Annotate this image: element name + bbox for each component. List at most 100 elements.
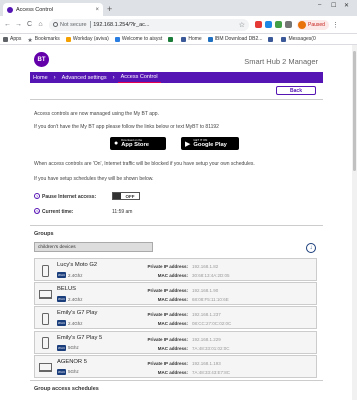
list-item[interactable]: Lucy's Moto G2 Wi-Fi 2.4Ghz Private IP a… [34, 258, 317, 281]
group-select[interactable]: children's devices [34, 242, 153, 252]
bookmark-icon-only[interactable] [168, 36, 175, 42]
close-window-icon[interactable]: ✕ [344, 2, 349, 9]
wifi-icon: Wi-Fi [57, 344, 66, 351]
mac-label: MAC address: [157, 345, 188, 351]
mac-label: MAC address: [157, 297, 188, 303]
maximize-icon[interactable]: ☐ [331, 2, 336, 9]
bookmark-aisyst[interactable]: Welcome to aisyst [114, 36, 163, 42]
bookmark-label: IBM Download DB2... [214, 36, 263, 42]
device-name: Lucy's Moto G2 [57, 262, 98, 268]
toggle-state: OFF [125, 193, 135, 199]
device-band: Wi-Fi 2.4Ghz [57, 296, 83, 303]
bookmark-label: Home [188, 36, 202, 42]
intro-text: If you don't have the My BT app please f… [34, 124, 219, 130]
browser-menu-icon[interactable]: ⋮ [332, 21, 339, 29]
browser-titlebar: Access Control × + – ☐ ✕ [0, 0, 357, 16]
store-big-text: App Store [121, 142, 149, 149]
scrollbar-thumb[interactable] [353, 51, 356, 171]
pause-internet-toggle[interactable]: OFF [112, 192, 140, 200]
extension-icon[interactable] [275, 21, 282, 28]
nav-advanced-settings[interactable]: Advanced settings [59, 72, 110, 83]
mac-value: 7A:48:33:43:E7:8C [192, 369, 231, 375]
chevron-right-icon: › [53, 74, 56, 81]
wifi-icon: Wi-Fi [57, 296, 66, 303]
bookmark-label: Messages(0 [288, 36, 316, 42]
laptop-icon [38, 360, 53, 375]
toggle-knob [113, 193, 121, 199]
star-icon: ★ [27, 37, 33, 44]
mac-label: MAC address: [157, 321, 188, 327]
url-text[interactable]: 192.168.1.254/?lr_ac... [93, 22, 239, 28]
ip-value: 192.168.1.237 [192, 312, 221, 318]
arrow-down-circle-icon[interactable]: ↓ [306, 243, 316, 253]
google-play-button[interactable]: ▶ GET IT ON Google Play [181, 137, 239, 150]
bookmark-facebook[interactable] [268, 36, 275, 42]
bookmark-apps[interactable]: Apps [3, 36, 21, 42]
tab-title: Access Control [16, 6, 53, 13]
profile-button[interactable]: Paused [297, 19, 329, 30]
apps-grid-icon [3, 36, 8, 42]
list-item[interactable]: AGENOR 5 Wi-Fi 5Ghz Private IP address: … [34, 354, 317, 378]
back-arrow-icon[interactable]: ← [3, 21, 12, 28]
play-icon: ▶ [185, 140, 191, 148]
phone-icon [38, 263, 53, 278]
browser-tab[interactable]: Access Control × [3, 3, 103, 16]
device-name: Emily's G7 Play 5 [57, 334, 103, 341]
bookmark-label: Workday (aviva) [72, 36, 109, 42]
nav-access-control[interactable]: Access Control [117, 72, 161, 83]
bookmark-workday[interactable]: Workday (aviva) [65, 36, 109, 42]
band-text: 2.4Ghz [68, 296, 83, 302]
list-item[interactable]: Emily's G7 Play Wi-Fi 2.4Ghz Private IP … [34, 306, 317, 330]
bookmark-star-icon[interactable]: ☆ [239, 21, 245, 29]
help-icon[interactable]: ? [34, 193, 40, 199]
bookmark-label: Apps [10, 36, 22, 42]
home-icon[interactable]: ⌂ [36, 21, 45, 28]
breadcrumb: Home › Advanced settings › Access Contro… [30, 72, 323, 83]
extension-icon[interactable] [265, 21, 272, 28]
back-button[interactable]: Back [276, 86, 316, 95]
tab-close-icon[interactable]: × [95, 7, 99, 13]
address-bar[interactable]: Not secure 192.168.1.254/?lr_ac... ☆ [49, 18, 249, 31]
list-item[interactable]: Emily's G7 Play 5 Wi-Fi 5Ghz Private IP … [34, 330, 317, 354]
bookmark-ibm[interactable]: IBM Download DB2... [207, 36, 263, 42]
current-time-value: 11:59 am [112, 209, 133, 215]
not-secure-label: Not secure [60, 21, 87, 28]
device-band: Wi-Fi 2.4Ghz [57, 272, 83, 278]
mac-value: 30:68:13:4A:2D:05 [192, 273, 230, 278]
bookmark-messages[interactable]: Messages(0 [281, 36, 316, 42]
bookmark-folder[interactable]: ★ Bookmarks [27, 36, 59, 44]
extension-icon[interactable] [255, 21, 262, 28]
new-tab-button[interactable]: + [107, 4, 112, 14]
apple-icon: ● [114, 140, 119, 147]
page-scrollbar[interactable] [352, 45, 357, 400]
reload-icon[interactable]: C [25, 21, 34, 28]
bookmarks-bar: Apps ★ Bookmarks Workday (aviva) Welcome… [0, 34, 357, 45]
store-big-text: Google Play [193, 142, 227, 149]
workday-icon [65, 36, 71, 42]
extension-icon[interactable] [285, 21, 292, 28]
laptop-icon [38, 287, 53, 302]
nav-home[interactable]: Home [30, 72, 51, 83]
extension-icons [255, 21, 295, 28]
bookmark-home[interactable]: Home [181, 36, 202, 42]
bt-favicon-icon [7, 6, 13, 13]
app-store-button[interactable]: ● Download on the App Store [110, 137, 166, 150]
wifi-icon: Wi-Fi [57, 320, 66, 327]
device-name: AGENOR 5 [57, 358, 87, 365]
minimize-icon[interactable]: – [318, 2, 321, 8]
mac-value: 68:08:F5:11:10:6E [192, 297, 229, 303]
bt-logo[interactable]: BT [34, 52, 49, 67]
list-item[interactable]: BELUS Wi-Fi 2.4Ghz Private IP address: 1… [34, 282, 317, 306]
bookmark-label: Welcome to aisyst [121, 36, 163, 42]
mac-value: 7A:48:33:01:02:0C [192, 345, 230, 351]
info-icon[interactable] [53, 22, 58, 27]
paused-label: Paused [308, 21, 325, 28]
ip-label: Private IP address: [147, 336, 188, 342]
forward-arrow-icon[interactable]: → [14, 21, 23, 28]
facebook-icon [181, 36, 187, 42]
avatar [298, 20, 306, 29]
wifi-icon: Wi-Fi [57, 272, 66, 278]
device-band: Wi-Fi 5Ghz [57, 368, 79, 375]
phone-icon [38, 311, 53, 326]
mac-label: MAC address: [157, 369, 188, 375]
